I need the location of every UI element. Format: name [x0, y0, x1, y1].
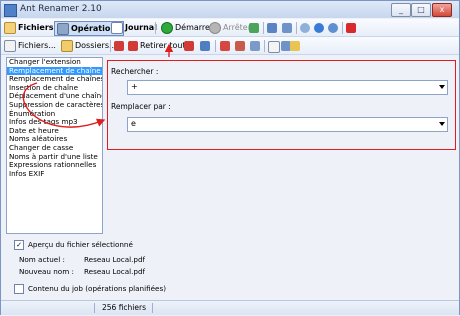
app-window: Ant Renamer 2.10 _ □ x Fichiers Opératio… — [0, 0, 460, 315]
close-button[interactable]: x — [432, 3, 452, 17]
toolbar-separator — [110, 40, 111, 52]
toolbar-separator — [342, 22, 343, 34]
current-name-value: Reseau Local.pdf — [84, 255, 146, 264]
window-title: Ant Renamer 2.10 — [20, 4, 102, 14]
files-icon — [4, 21, 16, 34]
maximize-button[interactable]: □ — [411, 3, 431, 17]
search-combobox[interactable]: + — [127, 80, 448, 95]
toolbar-separator — [296, 22, 297, 34]
grid-icon[interactable] — [220, 41, 230, 51]
document-icon[interactable] — [268, 41, 280, 53]
stop-icon — [209, 21, 221, 34]
tab-journal[interactable]: Journal — [111, 21, 157, 34]
remove-all-icon — [128, 40, 138, 51]
play-icon — [161, 21, 173, 34]
chat-icon[interactable] — [300, 23, 310, 33]
window-icon[interactable] — [267, 23, 277, 33]
operations-list[interactable]: Changer l'extension Remplacement de chaîn… — [6, 57, 103, 234]
add-files-button[interactable]: Fichiers... — [4, 39, 56, 52]
toolbar-separator — [155, 22, 156, 34]
chevron-down-icon[interactable] — [439, 85, 445, 89]
windows-icon[interactable] — [282, 23, 292, 33]
toolbar-separator — [263, 22, 264, 34]
toolbar-separator — [215, 40, 216, 52]
remove-dead-icon[interactable] — [184, 41, 194, 51]
file-count: 256 fichiers — [102, 303, 146, 312]
tab-files[interactable]: Fichiers — [4, 21, 54, 34]
folder-icon[interactable] — [290, 41, 300, 51]
chevron-down-icon[interactable] — [439, 122, 445, 126]
add-folders-icon — [61, 39, 73, 52]
files-toolbar: Fichiers... Dossiers... Retirer tout — [1, 37, 459, 55]
new-name-label: Nouveau nom : — [19, 267, 74, 276]
replace-combobox[interactable]: e — [127, 117, 448, 132]
tab-journal-label: Journal — [125, 23, 157, 32]
stop-label: Arrêter — [223, 23, 252, 32]
operation-item[interactable]: Infos EXIF — [7, 169, 102, 179]
job-contents-label: Contenu du job (opérations planifiées) — [28, 284, 167, 293]
info-icon[interactable] — [328, 23, 338, 33]
start-button[interactable]: Démarrer — [161, 21, 213, 34]
start-label: Démarrer — [175, 23, 214, 32]
sort-icon[interactable] — [250, 41, 260, 51]
current-name-label: Nom actuel : — [19, 255, 65, 264]
replace-value: e — [131, 119, 136, 128]
exit-icon[interactable] — [346, 23, 356, 33]
title-bar: Ant Renamer 2.10 _ □ x — [1, 1, 459, 18]
minimize-button[interactable]: _ — [391, 3, 411, 17]
remove-all-label: Retirer tout — [140, 41, 186, 50]
remove-selected-icon[interactable] — [114, 41, 124, 51]
search-icon[interactable] — [200, 41, 210, 51]
journal-icon — [111, 21, 123, 34]
job-contents-checkbox[interactable] — [14, 284, 24, 294]
preview-checkbox-label: Aperçu du fichier sélectionné — [28, 240, 133, 249]
stop-button[interactable]: Arrêter — [209, 21, 251, 34]
refresh-icon[interactable] — [249, 23, 259, 33]
status-divider — [152, 303, 153, 313]
operations-icon — [57, 22, 69, 35]
main-toolbar: Fichiers Opérations Journal Démarrer Arr… — [1, 19, 459, 37]
remove-all-button[interactable]: Retirer tout — [128, 39, 186, 52]
replace-label: Remplacer par : — [111, 102, 171, 111]
add-files-icon — [4, 39, 16, 52]
tab-files-label: Fichiers — [18, 23, 54, 32]
toolbar-separator — [264, 40, 265, 52]
status-divider — [94, 303, 95, 313]
search-value: + — [131, 82, 138, 91]
grid-move-icon[interactable] — [235, 41, 245, 51]
new-name-value: Reseau Local.pdf — [84, 267, 146, 276]
search-label: Rechercher : — [111, 67, 159, 76]
status-bar: 256 fichiers — [1, 300, 459, 315]
add-folders-button[interactable]: Dossiers... — [61, 39, 117, 52]
app-icon — [4, 4, 17, 17]
help-icon[interactable] — [314, 23, 324, 33]
preview-checkbox[interactable]: ✓ — [14, 240, 24, 250]
add-files-label: Fichiers... — [18, 41, 56, 50]
